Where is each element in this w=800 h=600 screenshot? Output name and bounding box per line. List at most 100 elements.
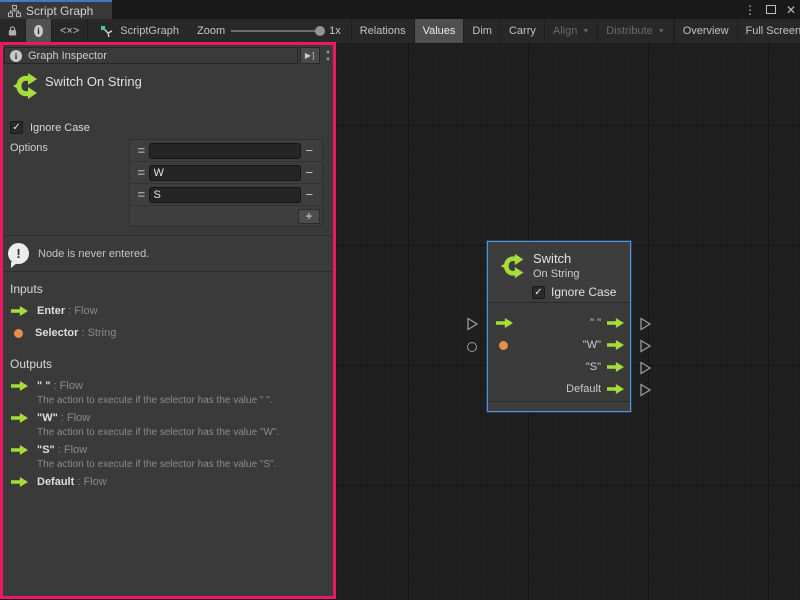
option-input-1[interactable] <box>149 165 301 181</box>
flow-arrow-icon <box>11 413 28 423</box>
output-desc: The action to execute if the selector ha… <box>37 395 273 406</box>
align-button[interactable]: Align ▼ <box>545 19 598 43</box>
graph-canvas[interactable]: Switch On String Ignore Case " " "W" "S"… <box>335 44 800 600</box>
lock-icon <box>8 25 17 37</box>
remove-option-button[interactable]: − <box>301 187 318 202</box>
inspector-header: i Graph Inspector <box>4 47 298 64</box>
drag-handle-icon[interactable]: = <box>134 187 149 202</box>
lock-button[interactable] <box>0 19 26 43</box>
hierarchy-icon <box>8 5 21 17</box>
zoom-slider[interactable] <box>231 30 323 32</box>
options-label: Options <box>10 142 48 154</box>
output-port-s[interactable]: "S" <box>586 356 624 378</box>
scrub-up-icon: ▲ <box>325 49 331 55</box>
node-header[interactable]: Switch On String Ignore Case <box>488 242 630 303</box>
dock-icon: ▶] <box>305 51 315 60</box>
selector-port[interactable] <box>499 334 508 356</box>
ignore-case-checkbox[interactable] <box>10 121 23 134</box>
close-icon[interactable]: ✕ <box>786 3 796 17</box>
dim-button[interactable]: Dim <box>464 19 501 43</box>
output-row: Default : Flow <box>11 476 107 488</box>
node-ignore-case-label: Ignore Case <box>551 285 616 299</box>
value-port-icon <box>14 329 23 338</box>
add-option-button[interactable]: + <box>298 209 320 224</box>
values-button[interactable]: Values <box>415 19 465 43</box>
warning-bubble-icon: ! <box>8 243 29 264</box>
flow-arrow-icon <box>11 477 28 487</box>
option-row: = − <box>130 184 322 206</box>
remove-option-button[interactable]: − <box>301 143 318 158</box>
output-port-space[interactable]: " " <box>590 312 624 334</box>
switch-icon <box>9 70 41 102</box>
output-port-default[interactable]: Default <box>566 378 624 400</box>
tab-strip: Script Graph ⋮ ✕ <box>0 0 800 19</box>
flow-arrow-icon <box>607 340 624 350</box>
switch-icon <box>497 251 527 281</box>
carry-button[interactable]: Carry <box>501 19 545 43</box>
output-row: " " : Flow <box>11 380 83 392</box>
external-flow-output-triangle[interactable] <box>639 317 652 331</box>
node-title: Switch <box>533 251 571 266</box>
fullscreen-button[interactable]: Full Screen <box>738 19 800 43</box>
external-flow-input-triangle[interactable] <box>466 317 479 331</box>
zoom-value: 1x <box>329 25 341 37</box>
drag-handle-icon[interactable]: = <box>134 165 149 180</box>
warning-text: Node is never entered. <box>38 248 149 260</box>
flow-arrow-icon <box>607 318 624 328</box>
zoom-slider-handle[interactable] <box>315 26 325 36</box>
warning-box: ! Node is never entered. <box>3 235 333 272</box>
value-port-icon <box>499 341 508 350</box>
node-footer <box>488 401 630 411</box>
info-icon: i <box>10 50 22 62</box>
option-row: = − <box>130 140 322 162</box>
switch-on-string-node[interactable]: Switch On String Ignore Case " " "W" "S"… <box>487 241 631 412</box>
scrub-down-icon: ▼ <box>325 57 331 63</box>
node-ports: " " "W" "S" Default <box>488 303 630 397</box>
window-controls: ⋮ ✕ <box>744 0 796 19</box>
outputs-heading: Outputs <box>10 357 52 371</box>
node-ignore-case-checkbox[interactable] <box>532 286 545 299</box>
script-graph-icon <box>100 25 114 38</box>
maximize-icon[interactable] <box>766 5 776 14</box>
enter-port[interactable] <box>496 312 513 334</box>
distribute-button[interactable]: Distribute ▼ <box>598 19 673 43</box>
output-desc: The action to execute if the selector ha… <box>37 427 279 438</box>
panel-scrub-control[interactable]: ▲ ▼ <box>322 47 334 64</box>
zoom-label: Zoom <box>197 25 225 37</box>
external-value-input-circle[interactable] <box>467 342 477 352</box>
option-input-0[interactable] <box>149 143 301 159</box>
options-list: = − = − = − + <box>129 139 323 227</box>
tab-script-graph[interactable]: Script Graph <box>0 0 112 19</box>
flow-arrow-icon <box>607 384 624 394</box>
external-flow-output-triangle[interactable] <box>639 339 652 353</box>
node-subtitle: On String <box>533 268 579 280</box>
overview-button[interactable]: Overview <box>674 19 738 43</box>
drag-handle-icon[interactable]: = <box>134 143 149 158</box>
window-menu-icon[interactable]: ⋮ <box>744 3 756 17</box>
remove-option-button[interactable]: − <box>301 165 318 180</box>
relations-button[interactable]: Relations <box>351 19 415 43</box>
output-port-w[interactable]: "W" <box>583 334 624 356</box>
unit-title: Switch On String <box>45 74 142 89</box>
zoom-control: Zoom 1x <box>187 19 351 43</box>
dock-button[interactable]: ▶] <box>300 47 320 64</box>
flow-arrow-icon <box>496 318 513 328</box>
flow-arrow-icon <box>607 362 624 372</box>
output-desc: The action to execute if the selector ha… <box>37 459 276 470</box>
graph-breadcrumb[interactable]: ScriptGraph <box>88 19 187 43</box>
option-input-2[interactable] <box>149 187 301 203</box>
external-flow-output-triangle[interactable] <box>639 361 652 375</box>
chevron-down-icon: ▼ <box>658 28 665 35</box>
tab-label: Script Graph <box>26 4 93 18</box>
flow-arrow-icon <box>11 445 28 455</box>
inspect-toggle-button[interactable]: i <box>26 19 52 43</box>
ignore-case-label: Ignore Case <box>30 122 90 134</box>
edit-source-button[interactable]: <×> <box>52 19 88 43</box>
inputs-heading: Inputs <box>10 282 43 296</box>
external-flow-output-triangle[interactable] <box>639 383 652 397</box>
input-row-enter: Enter : Flow <box>11 305 98 317</box>
output-row: "W" : Flow <box>11 412 90 424</box>
flow-arrow-icon <box>11 381 28 391</box>
graph-name: ScriptGraph <box>120 25 179 37</box>
graph-toolbar: i <×> ScriptGraph Zoom 1x Relations Valu… <box>0 19 800 44</box>
